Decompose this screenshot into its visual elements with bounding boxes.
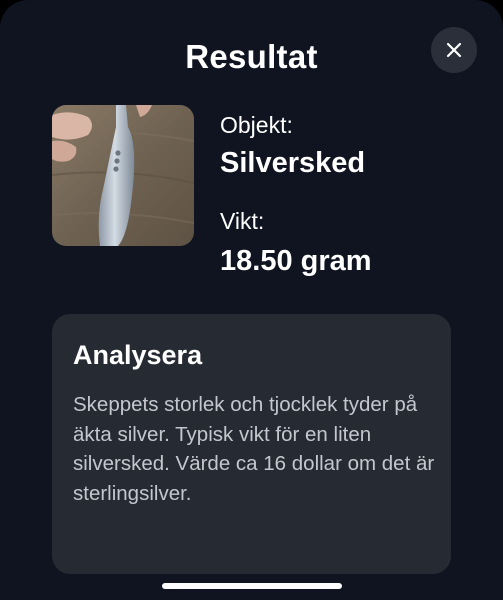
close-icon	[446, 42, 462, 58]
object-label: Objekt:	[220, 112, 293, 138]
analysis-text: Skeppets storlek och tjocklek tyder på ä…	[73, 393, 435, 505]
page-title: Resultat	[185, 38, 318, 75]
weight-value: 18.50 gram	[220, 245, 372, 277]
close-button[interactable]	[431, 27, 477, 73]
weight-label: Vikt:	[220, 208, 265, 234]
object-value: Silversked	[220, 147, 366, 179]
result-sheet: Resultat Objekt: Silversked Vikt: 18.50 …	[0, 0, 503, 600]
analysis-card: Analysera Skeppets storlek och tjocklek …	[52, 314, 451, 574]
home-indicator[interactable]	[162, 583, 342, 589]
spoon-photo	[52, 105, 194, 246]
analysis-title: Analysera	[73, 340, 203, 370]
